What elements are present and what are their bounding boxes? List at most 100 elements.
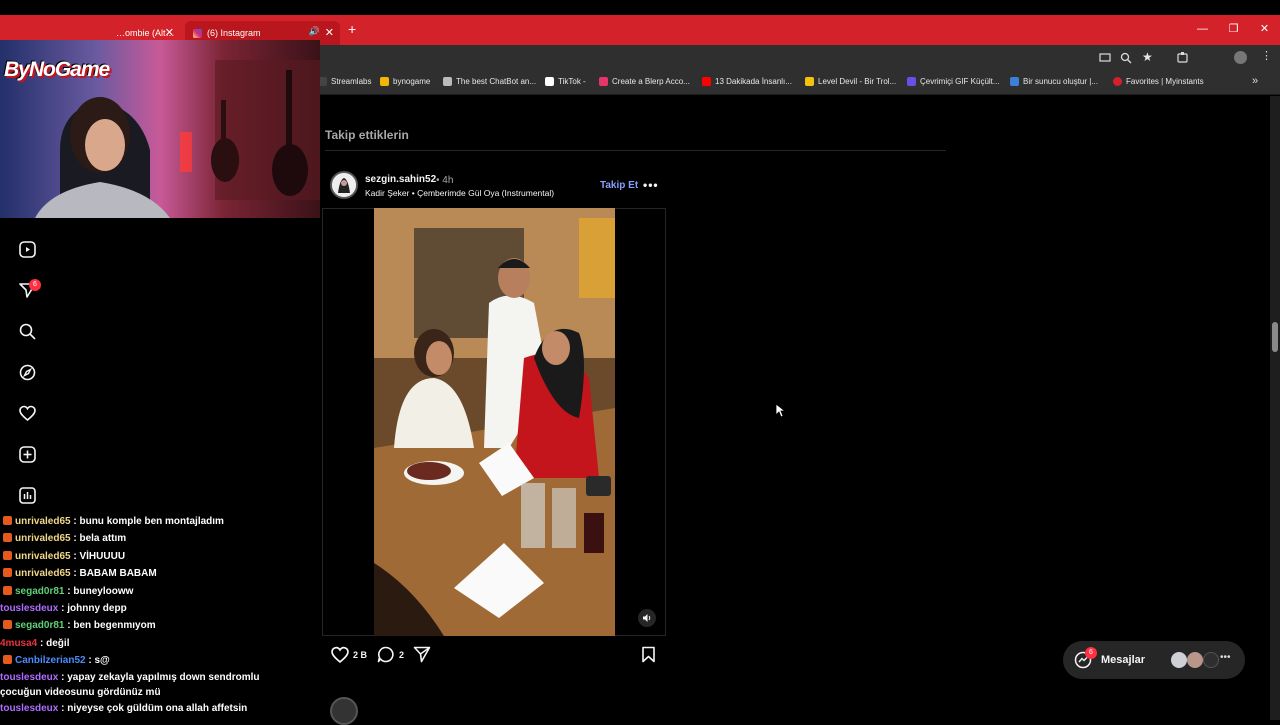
chat-username: unrivaled65 — [15, 516, 71, 527]
heart-nav-icon[interactable] — [17, 403, 37, 423]
bookmark-item[interactable]: Level Devil - Bir Trol... — [805, 77, 896, 86]
comment-action[interactable]: 2 — [377, 646, 404, 663]
messages-label: Mesajlar — [1101, 654, 1146, 666]
tab-label: (6) Instagram — [207, 28, 261, 38]
search-nav-icon[interactable] — [17, 321, 37, 341]
bookmark-star-icon[interactable]: ★ — [1142, 50, 1153, 64]
post-time: • 4h — [436, 175, 454, 186]
post-username[interactable]: sezgin.sahin52 — [365, 174, 436, 185]
chat-badge-icon — [3, 568, 12, 578]
bookmark-item[interactable]: Bir sunucu oluştur |... — [1010, 77, 1098, 86]
like-count: 2 B — [353, 649, 368, 660]
share-action[interactable] — [413, 646, 431, 663]
explore-nav-icon[interactable] — [17, 362, 37, 382]
comment-count: 2 — [399, 649, 405, 660]
chat-badge-icon — [3, 533, 12, 543]
chat-username: unrivaled65 — [15, 568, 71, 580]
scrollbar-thumb[interactable] — [1272, 322, 1278, 352]
bookmark-favicon — [907, 77, 916, 86]
like-heart-icon[interactable] — [331, 646, 349, 663]
streamer-webcam: ByNoGame — [0, 40, 320, 218]
bookmark-favicon — [1010, 77, 1019, 86]
cast-icon[interactable] — [1099, 52, 1111, 64]
message-avatar — [1187, 652, 1203, 668]
window-controls: — ❐ ✕ — [1187, 15, 1280, 45]
browser-menu-icon[interactable]: ⋮ — [1261, 49, 1272, 62]
chat-text: : niyeyse çok güldüm ona allah affetsin — [58, 702, 248, 714]
chat-username: touslesdeux — [0, 671, 59, 683]
profile-avatar[interactable] — [1234, 51, 1247, 64]
chat-username: touslesdeux — [0, 702, 59, 714]
audio-playing-icon: 🔊 — [308, 26, 320, 36]
stream-chat-overlay: unrivaled65 : bunu komple ben montajladı… — [0, 513, 275, 720]
extensions-icon[interactable] — [1176, 51, 1189, 64]
bookmark-favicon — [599, 77, 608, 86]
bookmark-favicon — [545, 77, 554, 86]
post-audio-label[interactable]: Kadir Şeker • Çemberimde Gül Oya (Instru… — [365, 188, 554, 198]
bookmark-favicon — [1113, 77, 1122, 86]
bookmark-item[interactable]: Favorites | Myinstants — [1113, 77, 1204, 86]
messages-badge: 6 — [1085, 647, 1097, 659]
zoom-icon[interactable] — [1120, 52, 1132, 64]
chat-text: : ben begenmıyom — [64, 620, 156, 632]
section-divider — [325, 150, 946, 151]
bookmark-favicon — [702, 77, 711, 86]
chat-username: segad0r81 — [15, 620, 65, 632]
chat-badge-icon — [3, 620, 12, 630]
chat-username: Canbilzerian52 — [15, 655, 86, 667]
chat-text: : s@ — [85, 655, 110, 667]
follow-button[interactable]: Takip Et — [600, 180, 638, 191]
bookmark-item[interactable]: Streamlabs — [318, 77, 371, 86]
minimize-icon[interactable]: — — [1187, 15, 1218, 45]
chat-badge-icon — [3, 655, 12, 665]
close-tab-icon[interactable]: ✕ — [165, 26, 174, 39]
chat-badge-icon — [3, 516, 12, 525]
chat-message: touslesdeux : yapay zekayla yapılmış dow… — [0, 670, 275, 700]
more-conversations-icon: ••• — [1220, 652, 1231, 663]
page-scrollbar[interactable] — [1270, 96, 1280, 720]
create-nav-icon[interactable] — [17, 444, 37, 464]
message-avatar — [1203, 652, 1219, 668]
chat-message: unrivaled65 : bela attım — [0, 530, 275, 547]
restore-icon[interactable]: ❐ — [1218, 15, 1249, 45]
bookmark-item[interactable]: The best ChatBot an... — [443, 77, 536, 86]
like-action[interactable]: 2 B — [331, 646, 367, 663]
post-author-avatar[interactable] — [330, 171, 358, 199]
chat-text: : buneylooww — [64, 585, 134, 597]
bookmark-item[interactable]: Çevrimiçi GIF Küçült... — [907, 77, 1000, 86]
chat-text: : bunu komple ben montajladım — [70, 516, 224, 527]
chat-message: unrivaled65 : bunu komple ben montajladı… — [0, 513, 275, 530]
channel-logo: ByNoGame — [4, 58, 110, 81]
chat-username: touslesdeux — [0, 603, 59, 615]
bookmark-item[interactable]: 13 Dakikada İnsanlı... — [702, 77, 792, 86]
save-action[interactable] — [641, 646, 656, 663]
dashboard-nav-icon[interactable] — [17, 485, 37, 505]
bookmark-favicon — [380, 77, 389, 86]
more-bookmarks-icon[interactable]: » — [1252, 75, 1258, 87]
share-paper-plane-icon[interactable] — [413, 646, 431, 663]
bookmark-item[interactable]: bynogame — [380, 77, 430, 86]
messages-floating-button[interactable]: 6 Mesajlar ••• — [1063, 641, 1245, 679]
chat-message: segad0r81 : buneylooww — [0, 583, 275, 600]
chat-username: 4musa4 — [0, 637, 38, 649]
mute-toggle-icon[interactable] — [638, 609, 656, 627]
post-photo[interactable] — [374, 208, 615, 636]
reels-nav-icon[interactable] — [17, 239, 37, 259]
bookmark-save-icon[interactable] — [641, 646, 656, 663]
chat-text: : değil — [37, 637, 70, 649]
chat-text: : BABAM BABAM — [70, 568, 157, 580]
comment-bubble-icon[interactable] — [377, 646, 395, 663]
post-options-button[interactable]: ••• — [643, 178, 659, 192]
chat-message: unrivaled65 : BABAM BABAM — [0, 565, 275, 582]
chat-message: unrivaled65 : VİHUUUU — [0, 548, 275, 565]
instagram-tab-icon — [193, 28, 202, 38]
bookmark-item[interactable]: TikTok - — [545, 77, 586, 86]
chat-username: segad0r81 — [15, 585, 65, 597]
new-tab-button[interactable]: + — [348, 21, 356, 37]
bookmark-item[interactable]: Create a Blerp Acco... — [599, 77, 690, 86]
close-tab-icon[interactable]: ✕ — [325, 26, 334, 39]
bookmark-favicon — [443, 77, 452, 86]
close-window-icon[interactable]: ✕ — [1249, 15, 1280, 45]
next-post-avatar[interactable] — [330, 697, 358, 725]
chat-text: : VİHUUUU — [70, 550, 126, 562]
